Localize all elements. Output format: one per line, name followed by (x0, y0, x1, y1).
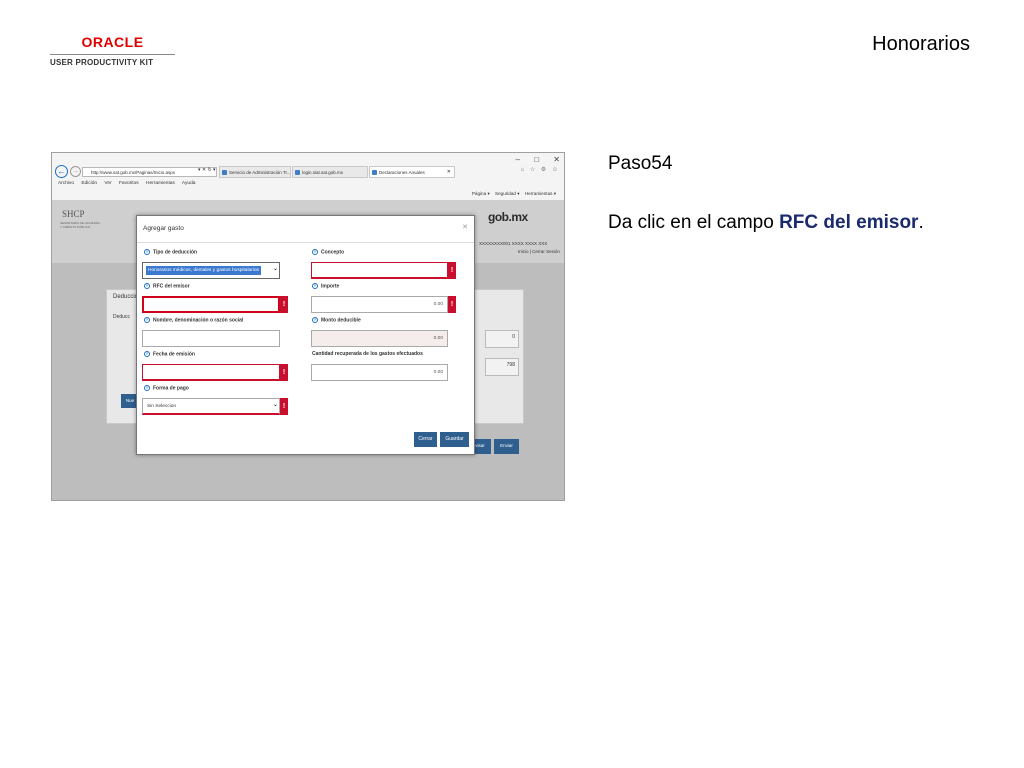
dialog-title: Agregar gasto (143, 225, 184, 232)
rfc-emisor-label: ? RFC del emisor (144, 283, 190, 290)
concepto-label: ? Concepto (312, 249, 345, 256)
tipo-deduccion-select[interactable]: Honorarios médicos, dentales y gastos ho… (142, 262, 280, 279)
forma-pago-label: ? Forma de pago (144, 385, 189, 392)
menu-ayuda[interactable]: Ayuda (182, 181, 196, 186)
rfc-emisor-input[interactable] (142, 296, 280, 313)
upk-logo-text: USER PRODUCTIVITY KIT (50, 58, 154, 67)
tab-favicon (372, 170, 377, 175)
forward-arrow-icon[interactable]: → (70, 166, 81, 177)
help-icon[interactable]: ? (144, 249, 150, 255)
browser-right-icons: ⌂ ☆ ⚙ ☺ (516, 166, 558, 173)
address-tools[interactable]: ▾ ✕ ↻ ▾ (198, 167, 216, 173)
oracle-logo-text: ORACLE (81, 34, 144, 50)
user-rfc: XXXXXXXX001 XXXX XXXX XXX (479, 241, 548, 246)
rfc-error-icon: ! (280, 296, 288, 313)
panel-radio[interactable]: Deducc (113, 314, 130, 320)
document-title: Honorarios (872, 33, 970, 55)
close-window-icon[interactable]: ✕ (553, 155, 560, 164)
agregar-gasto-dialog: Agregar gasto ✕ ? Tipo de deducción Honor… (136, 215, 475, 455)
command-bar: Página ▾ Seguridad ▾ Herramientas ▾ (468, 191, 556, 197)
help-icon[interactable]: ? (144, 283, 150, 289)
nombre-label: ? Nombre, denominación o razón social (144, 317, 244, 324)
gobmx-logo: gob.mx (488, 210, 528, 224)
value-box-1: 0 (485, 330, 519, 348)
tab-favicon (222, 170, 227, 175)
menu-edicion[interactable]: Edición (81, 181, 97, 186)
help-icon[interactable]: ? (312, 249, 318, 255)
shcp-subtitle: SECRETARÍA DE HACIENDA Y CRÉDITO PÚBLICO (60, 221, 100, 229)
fecha-emision-input[interactable] (142, 364, 280, 381)
window-controls: – □ ✕ (504, 155, 560, 164)
tab-login[interactable]: login.siat.sat.gob.mx (292, 166, 368, 178)
forma-pago-value: Sin Seleccion (147, 404, 177, 409)
instruction-text-after: . (918, 212, 924, 233)
address-bar[interactable]: http://www.sat.gob.mx/Paginas/Inicio.asp… (82, 167, 217, 177)
logo-divider (50, 54, 175, 55)
step-number: Paso54 (608, 153, 673, 174)
oracle-upk-logo: ORACLE USER PRODUCTIVITY KIT (50, 34, 175, 67)
cmd-seguridad[interactable]: Seguridad ▾ (495, 191, 520, 196)
tab-close-icon[interactable]: ✕ (447, 167, 451, 177)
chevron-down-icon: ⌄ (272, 266, 278, 272)
forma-pago-error-icon: ! (280, 398, 288, 415)
chevron-down-icon: ⌄ (272, 402, 278, 408)
favorites-star-icon[interactable]: ☆ (530, 167, 535, 173)
monto-deducible-field: 0.00 (311, 330, 448, 347)
enviar-button[interactable]: Enviar (494, 439, 519, 454)
cmd-pagina[interactable]: Página ▾ (472, 191, 490, 196)
concepto-error-icon: ! (448, 262, 456, 279)
tab-favicon (295, 170, 300, 175)
step-instruction: Da clic en el campo RFC del emisor. (608, 212, 924, 234)
nombre-input[interactable] (142, 330, 280, 347)
panel-title: Deduccio (113, 294, 139, 300)
importe-input[interactable]: 0.00 (311, 296, 448, 313)
shcp-logo: SHCP (62, 209, 85, 219)
dialog-divider (137, 242, 474, 243)
cerrar-button[interactable]: Cerrar (414, 432, 437, 447)
fecha-error-icon: ! (280, 364, 288, 381)
home-icon[interactable]: ⌂ (520, 167, 524, 173)
monto-deducible-label: ? Monto deducible (312, 317, 361, 324)
cantidad-recuperada-input[interactable]: 0.00 (311, 364, 448, 381)
cmd-herramientas[interactable]: Herramientas ▾ (525, 191, 556, 196)
fecha-emision-label: ? Fecha de emisión (144, 351, 195, 358)
value-box-2: 798 (485, 358, 519, 376)
importe-label: ? Importe (312, 283, 340, 290)
instruction-target: RFC del emisor (779, 212, 919, 233)
help-icon[interactable]: ? (144, 317, 150, 323)
menu-archivo[interactable]: Archivo (58, 181, 74, 186)
help-icon[interactable]: ? (312, 317, 318, 323)
help-icon[interactable]: ? (312, 283, 318, 289)
browser-chrome: – □ ✕ ← → http://www.sat.gob.mx/Paginas/… (52, 153, 564, 201)
guardar-button[interactable]: Guardar (440, 432, 469, 447)
tab-sat[interactable]: Servicio de Administración Tr... (219, 166, 291, 178)
menu-bar: Archivo Edición Ver Favoritos Herramient… (58, 181, 201, 186)
help-icon[interactable]: ? (144, 385, 150, 391)
session-links[interactable]: Inicio | Cerrar Sesión (518, 249, 560, 254)
forma-pago-select[interactable]: Sin Seleccion ⌄ (142, 398, 280, 415)
cantidad-recuperada-label: Cantidad recuperada de los gastos efectu… (312, 351, 423, 357)
tipo-deduccion-label: ? Tipo de deducción (144, 249, 198, 256)
concepto-input[interactable] (311, 262, 448, 279)
settings-gear-icon[interactable]: ⚙ (541, 167, 546, 173)
menu-herramientas[interactable]: Herramientas (146, 181, 175, 186)
tab-declaraciones[interactable]: Declaraciones Anuales ✕ (369, 166, 455, 178)
smiley-icon[interactable]: ☺ (552, 167, 558, 173)
dialog-close-icon[interactable]: ✕ (462, 223, 468, 231)
minimize-icon[interactable]: – (516, 155, 520, 164)
instruction-text-before: Da clic en el campo (608, 212, 780, 233)
tipo-deduccion-value: Honorarios médicos, dentales y gastos ho… (146, 266, 261, 275)
back-arrow-icon[interactable]: ← (55, 165, 68, 178)
importe-error-icon: ! (448, 296, 456, 313)
application-screenshot: – □ ✕ ← → http://www.sat.gob.mx/Paginas/… (51, 152, 565, 501)
help-icon[interactable]: ? (144, 351, 150, 357)
menu-ver[interactable]: Ver (104, 181, 111, 186)
maximize-icon[interactable]: □ (534, 155, 539, 164)
menu-favoritos[interactable]: Favoritos (119, 181, 139, 186)
